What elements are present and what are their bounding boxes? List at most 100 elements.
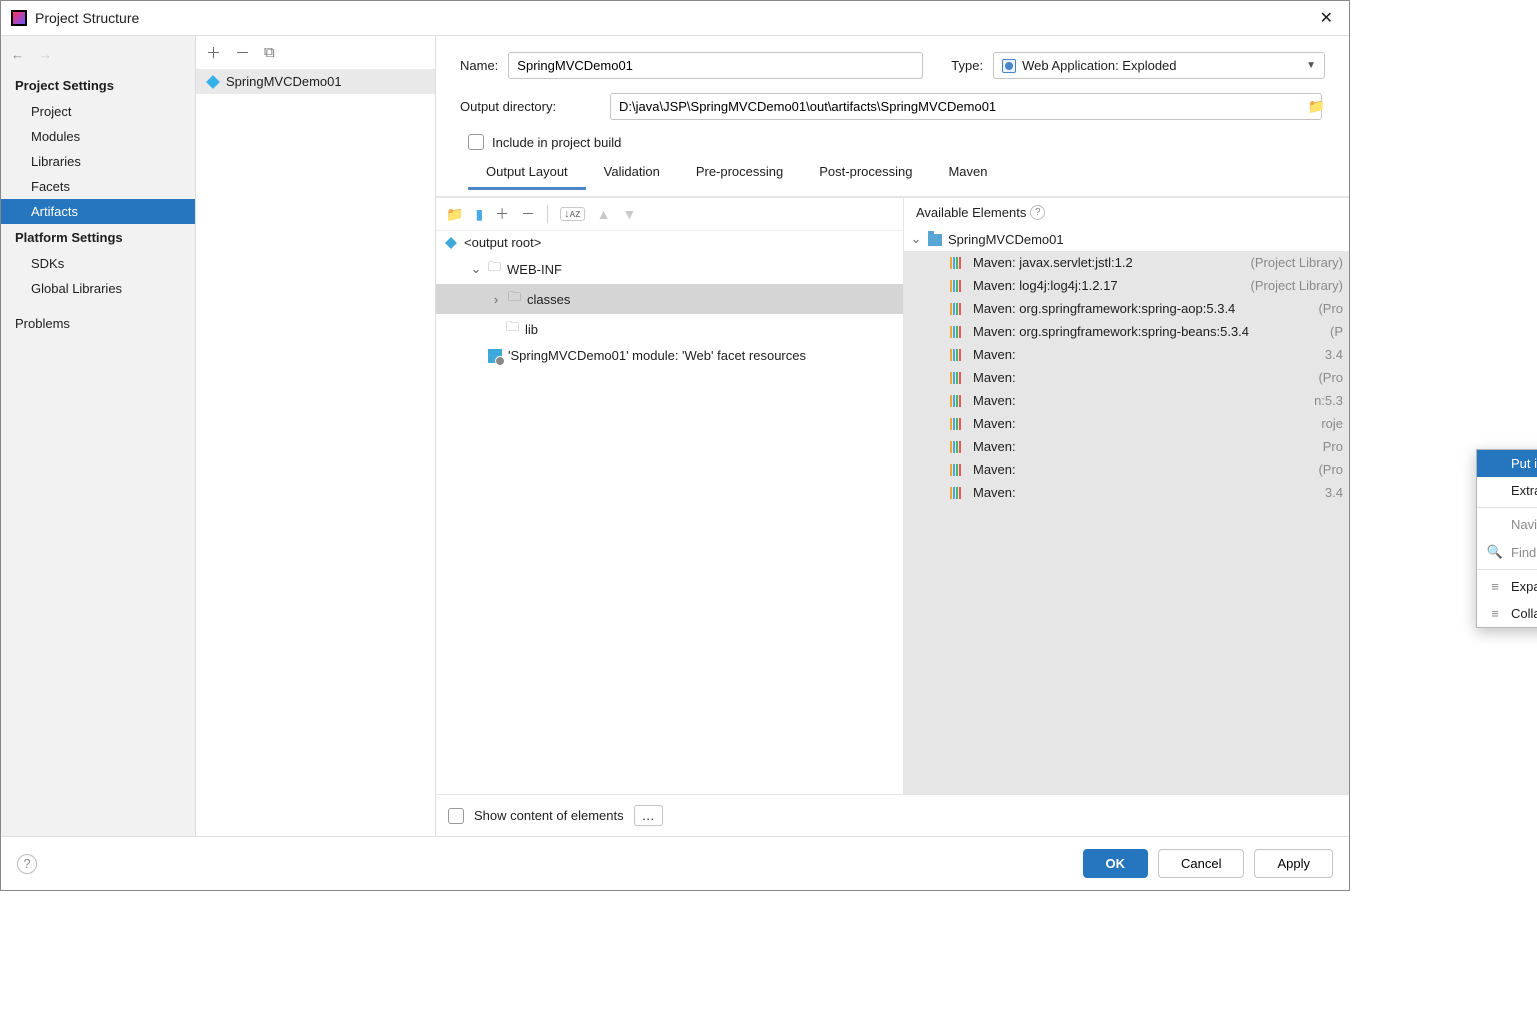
library-suffix: (Pro (1318, 462, 1343, 477)
library-suffix: Pro (1323, 439, 1343, 454)
artifact-list-item[interactable]: SpringMVCDemo01 (196, 69, 435, 94)
tree-row-library[interactable]: Maven:n:5.3 (904, 389, 1349, 412)
ctx-put-into-lib[interactable]: Put into /WEB-INF/lib (1477, 450, 1537, 477)
tab-maven[interactable]: Maven (930, 156, 1005, 190)
tab-output-layout[interactable]: Output Layout (468, 156, 586, 190)
library-suffix: roje (1321, 416, 1343, 431)
context-menu: Put into /WEB-INF/lib Extract Into /WEB-… (1476, 449, 1537, 628)
ctx-find-usages[interactable]: 🔍Find Usages Alt+F7 (1477, 538, 1537, 566)
available-elements-label: Available Elements (916, 205, 1026, 220)
add-icon[interactable]: ＋ (206, 42, 221, 63)
tree-row-library[interactable]: Maven:(Pro (904, 458, 1349, 481)
library-label: Maven: org.springframework:spring-aop:5.… (973, 301, 1235, 316)
forward-icon[interactable]: → (39, 46, 55, 62)
library-icon (950, 418, 961, 430)
tab-validation[interactable]: Validation (586, 156, 678, 190)
ctx-expand-all[interactable]: ≡Expand All Ctrl+NumPad + (1477, 573, 1537, 600)
output-dir-input[interactable] (610, 93, 1322, 120)
move-down-icon[interactable]: ▼ (622, 206, 636, 222)
help-icon[interactable]: ? (17, 854, 37, 874)
library-icon (950, 372, 961, 384)
tree-row-library[interactable]: Maven:Pro (904, 435, 1349, 458)
tree-label: lib (525, 322, 538, 337)
copy-icon[interactable]: ⧉ (264, 44, 275, 61)
include-in-build-checkbox[interactable] (468, 134, 484, 150)
tree-row-library[interactable]: Maven:(Pro (904, 366, 1349, 389)
artifact-icon (206, 75, 220, 89)
chevron-right-icon[interactable]: › (490, 292, 502, 307)
app-icon (11, 10, 27, 26)
tree-row-output-root[interactable]: <output root> (436, 231, 903, 254)
tree-row-lib[interactable]: 🗀 lib (436, 314, 903, 344)
tree-row-library[interactable]: Maven:roje (904, 412, 1349, 435)
expand-all-icon: ≡ (1487, 579, 1503, 594)
sidebar-item-modules[interactable]: Modules (1, 124, 195, 149)
ctx-collapse-all[interactable]: ≡Collapse All Ctrl+NumPad - (1477, 600, 1537, 627)
tree-row-library[interactable]: Maven: javax.servlet:jstl:1.2(Project Li… (904, 251, 1349, 274)
remove-icon[interactable]: － (235, 42, 250, 63)
ok-button[interactable]: OK (1083, 849, 1149, 878)
sidebar-item-sdks[interactable]: SDKs (1, 251, 195, 276)
titlebar: Project Structure ✕ (1, 1, 1349, 35)
tree-row-library[interactable]: Maven: org.springframework:spring-beans:… (904, 320, 1349, 343)
remove-item-icon[interactable]: － (521, 204, 535, 224)
tree-row-library[interactable]: Maven: org.springframework:spring-aop:5.… (904, 297, 1349, 320)
facet-icon (488, 349, 502, 363)
library-icon (950, 326, 961, 338)
new-folder-icon[interactable]: 📁 (446, 206, 463, 223)
output-tree: <output root> ⌄ 🗀 WEB-INF › 🗀 cl (436, 231, 903, 794)
name-label: Name: (460, 58, 498, 73)
show-content-ellipsis-button[interactable]: … (634, 805, 663, 826)
sidebar-item-libraries[interactable]: Libraries (1, 149, 195, 174)
artifact-item-label: SpringMVCDemo01 (226, 74, 342, 89)
new-archive-icon[interactable]: ▮ (475, 206, 483, 223)
ctx-navigate[interactable]: Navigate F4 (1477, 511, 1537, 538)
help-icon[interactable]: ? (1030, 205, 1045, 220)
sidebar-item-problems[interactable]: Problems (1, 311, 195, 336)
available-elements-pane: Available Elements ? ⌄ SpringMVCDemo01 M… (904, 198, 1349, 794)
back-icon[interactable]: ← (11, 46, 27, 62)
output-dir-label: Output directory: (460, 99, 600, 114)
sidebar-item-global-libraries[interactable]: Global Libraries (1, 276, 195, 301)
artifacts-toolbar: ＋ － ⧉ (196, 36, 435, 69)
module-icon (928, 234, 942, 246)
tab-pre-processing[interactable]: Pre-processing (678, 156, 801, 190)
name-input[interactable] (508, 52, 923, 79)
tree-row-library[interactable]: Maven:3.4 (904, 481, 1349, 504)
ctx-extract-into-classes[interactable]: Extract Into /WEB-INF/classes (1477, 477, 1537, 504)
dialog-button-bar: ? OK Cancel Apply (1, 836, 1349, 890)
search-icon: 🔍 (1487, 544, 1503, 560)
include-in-build-label: Include in project build (492, 135, 621, 150)
cancel-button[interactable]: Cancel (1158, 849, 1244, 878)
add-copy-icon[interactable]: ＋ (495, 204, 509, 224)
type-select[interactable]: Web Application: Exploded ▼ (993, 52, 1325, 79)
output-layout-pane: 📁 ▮ ＋ － ↓ᴀᴢ ▲ ▼ <output root> (436, 198, 904, 794)
sidebar-item-project[interactable]: Project (1, 99, 195, 124)
tree-row-facet-resources[interactable]: 'SpringMVCDemo01' module: 'Web' facet re… (436, 344, 903, 367)
chevron-down-icon[interactable]: ⌄ (910, 231, 922, 247)
library-label: Maven: (973, 370, 1016, 385)
sort-icon[interactable]: ↓ᴀᴢ (560, 207, 584, 221)
sidebar-item-facets[interactable]: Facets (1, 174, 195, 199)
sidebar-section-project-settings: Project Settings (1, 72, 195, 99)
output-layout-toolbar: 📁 ▮ ＋ － ↓ᴀᴢ ▲ ▼ (436, 198, 903, 231)
library-label: Maven: (973, 485, 1016, 500)
show-content-checkbox[interactable] (448, 808, 464, 824)
tree-row-library[interactable]: Maven: log4j:log4j:1.2.17(Project Librar… (904, 274, 1349, 297)
close-icon[interactable]: ✕ (1314, 6, 1339, 30)
show-content-label: Show content of elements (474, 808, 624, 823)
chevron-down-icon[interactable]: ⌄ (470, 261, 482, 277)
tree-label: WEB-INF (507, 262, 562, 277)
tree-label: 'SpringMVCDemo01' module: 'Web' facet re… (508, 348, 806, 363)
tree-row-webinf[interactable]: ⌄ 🗀 WEB-INF (436, 254, 903, 284)
tree-row-project[interactable]: ⌄ SpringMVCDemo01 (904, 227, 1349, 251)
library-suffix: n:5.3 (1314, 393, 1343, 408)
library-suffix: (Project Library) (1251, 278, 1343, 293)
tree-row-classes[interactable]: › 🗀 classes (436, 284, 903, 314)
tab-post-processing[interactable]: Post-processing (801, 156, 930, 190)
apply-button[interactable]: Apply (1254, 849, 1333, 878)
tree-label: <output root> (464, 235, 541, 250)
tree-row-library[interactable]: Maven:3.4 (904, 343, 1349, 366)
move-up-icon[interactable]: ▲ (597, 206, 611, 222)
sidebar-item-artifacts[interactable]: Artifacts (1, 199, 195, 224)
